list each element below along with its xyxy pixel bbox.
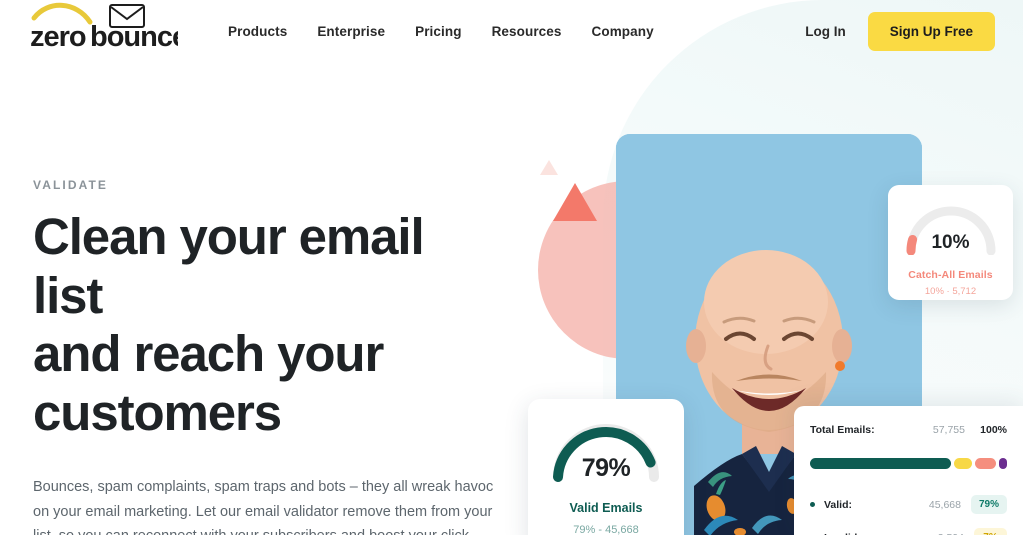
headline-line-1: Clean your email list <box>33 208 425 324</box>
valid-emails-card: 79% Valid Emails 79% - 45,668 <box>528 399 684 535</box>
hero-paragraph: Bounces, spam complaints, spam traps and… <box>33 478 494 535</box>
valid-row-label: Valid: <box>824 498 853 511</box>
catch-all-percent: 10% <box>931 232 970 253</box>
coral-triangle-decoration <box>553 183 597 221</box>
headline-line-2: and reach your <box>33 325 384 383</box>
valid-emails-subtitle: 79% - 45,668 <box>573 524 639 535</box>
total-emails-label: Total Emails: <box>810 424 875 436</box>
valid-row-count: 45,668 <box>928 498 961 511</box>
main-navigation: Products Enterprise Pricing Resources Co… <box>228 0 654 62</box>
stats-row-valid: Valid: 45,668 79% <box>810 488 1007 521</box>
header-actions: Log In Sign Up Free <box>805 0 995 62</box>
signup-free-button[interactable]: Sign Up Free <box>867 11 995 51</box>
stats-row-invalid: Invalid: 3,594 7% <box>810 521 1007 535</box>
svg-text:bounce: bounce <box>90 21 178 48</box>
login-link[interactable]: Log In <box>805 24 846 39</box>
invalid-row-badge: 7% <box>974 528 1007 535</box>
distribution-bar <box>810 458 1007 469</box>
segment-valid <box>810 458 952 469</box>
nav-item-company[interactable]: Company <box>592 24 654 39</box>
headline-line-3: customers <box>33 383 282 441</box>
total-emails-row: Total Emails: 57,755 100% <box>810 419 1007 441</box>
valid-emails-title: Valid Emails <box>569 501 643 515</box>
zerobounce-logo[interactable]: zero bounce <box>28 2 178 48</box>
segment-catch-all <box>974 458 997 469</box>
valid-row-badge: 79% <box>970 495 1007 514</box>
catch-all-title: Catch-All Emails <box>908 269 993 281</box>
hero-eyebrow: VALIDATE <box>33 178 109 192</box>
valid-emails-percent: 79% <box>581 454 631 482</box>
catch-all-emails-card: 10% Catch-All Emails 10% · 5,712 <box>888 185 1013 300</box>
svg-text:zero: zero <box>30 21 86 48</box>
total-emails-percent: 100% <box>980 424 1007 436</box>
invalid-row-count: 3,594 <box>906 532 964 535</box>
nav-item-pricing[interactable]: Pricing <box>415 24 461 39</box>
segment-invalid <box>954 458 972 469</box>
catch-all-gauge: 10% <box>899 199 1003 256</box>
email-stats-panel: Total Emails: 57,755 100% Valid: 45,668 … <box>794 406 1023 535</box>
landing-page: zero bounce Products Enterprise Pricing … <box>0 0 1023 535</box>
valid-dot-icon <box>810 502 815 507</box>
hero-copy: VALIDATE Clean your email list and reach… <box>33 178 503 535</box>
small-triangle-decoration <box>540 160 558 175</box>
total-emails-count: 57,755 <box>932 424 965 436</box>
invalid-row-label: Invalid: <box>824 532 906 535</box>
valid-emails-gauge: 79% <box>546 419 666 483</box>
site-header: zero bounce Products Enterprise Pricing … <box>0 0 1023 62</box>
page-title: Clean your email list and reach your cus… <box>33 208 503 443</box>
segment-other <box>999 458 1007 469</box>
nav-item-enterprise[interactable]: Enterprise <box>317 24 385 39</box>
nav-item-products[interactable]: Products <box>228 24 287 39</box>
catch-all-subtitle: 10% · 5,712 <box>924 286 977 297</box>
nav-item-resources[interactable]: Resources <box>492 24 562 39</box>
